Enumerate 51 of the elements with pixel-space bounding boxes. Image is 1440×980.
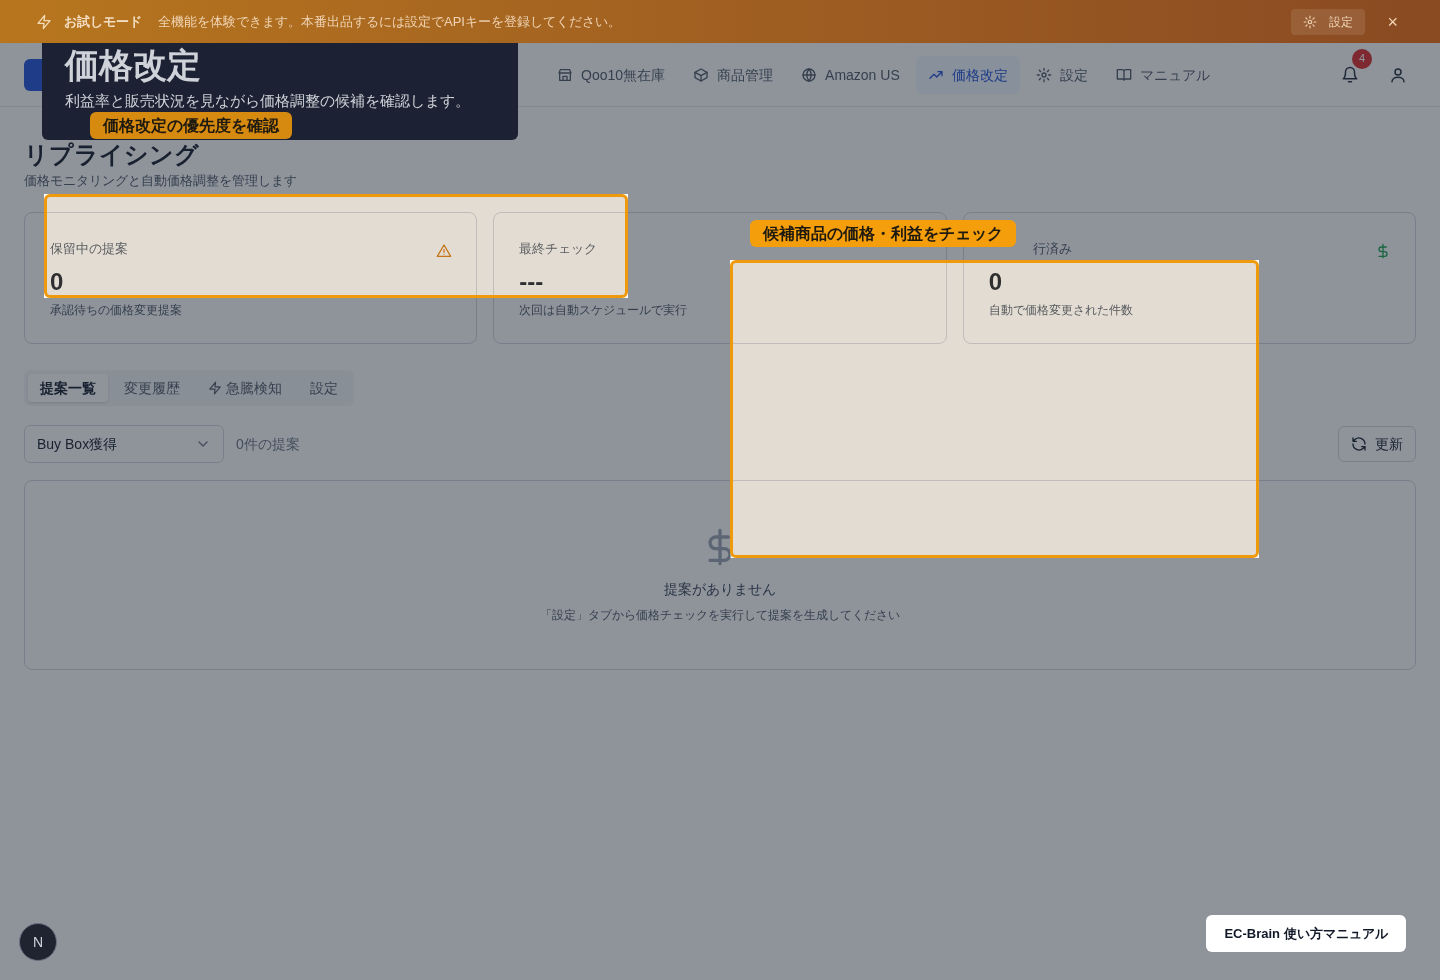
dollar-icon xyxy=(1375,242,1391,259)
stat-note: 次回は自動スケジュールで実行 xyxy=(519,302,688,318)
globe-icon xyxy=(801,66,818,83)
nav-item[interactable]: 価格改定 xyxy=(915,55,1020,94)
stat-title: 行済み xyxy=(1032,239,1072,258)
tab[interactable]: 提案一覧 xyxy=(28,373,108,402)
settings-icon xyxy=(1303,14,1318,29)
store-icon xyxy=(557,66,573,83)
tab[interactable]: 急騰検知 xyxy=(196,373,294,402)
page-title: リプライシング xyxy=(24,140,199,170)
close-button[interactable]: × xyxy=(1387,12,1398,31)
nav-item[interactable]: Qoo10無在庫 xyxy=(545,55,678,94)
refresh-icon xyxy=(1351,435,1367,452)
nav-item[interactable]: マニュアル xyxy=(1103,55,1222,94)
stat-value: --- xyxy=(519,267,544,297)
stat-value: 0 xyxy=(988,267,1002,297)
notifications-button[interactable]: 4 xyxy=(1328,48,1372,93)
banner-title: お試しモード xyxy=(64,12,142,31)
empty-title: 提案がありません xyxy=(664,579,776,599)
bell-icon xyxy=(1341,65,1359,84)
stat-title: 最終チェック xyxy=(519,239,598,258)
notification-badge: 4 xyxy=(1352,48,1372,69)
banner-message: 全機能を体験できます。本番出品するには設定でAPIキーを登録してください。 xyxy=(158,12,621,31)
highlight-label: 価格改定の優先度を確認 xyxy=(90,112,292,139)
tooltip-description: 利益率と販売状況を見ながら価格調整の候補を確認します。 xyxy=(65,91,470,111)
page-subtitle: 価格モニタリングと自動価格調整を管理します xyxy=(24,172,297,190)
tooltip-title: 価格改定 xyxy=(65,45,201,85)
stat-value: 0 xyxy=(50,267,64,297)
highlight-label: 候補商品の価格・利益をチェック xyxy=(750,220,1016,247)
box-icon xyxy=(693,66,710,83)
user-icon xyxy=(1389,65,1407,84)
stat-note: 自動で価格変更された件数 xyxy=(988,302,1133,318)
manual-button[interactable]: EC-Brain 使い方マニュアル xyxy=(1206,915,1406,952)
tab[interactable]: 設定 xyxy=(298,373,350,402)
sort-select[interactable]: Buy Box獲得 xyxy=(24,424,224,463)
lightning-icon xyxy=(208,380,222,395)
refresh-button[interactable]: 更新 xyxy=(1338,425,1416,462)
tab[interactable]: 変更履歴 xyxy=(112,373,192,402)
stat-note: 承認待ちの価格変更提案 xyxy=(50,302,182,318)
empty-message: 「設定」タブから価格チェックを実行して提案を生成してください xyxy=(540,606,900,623)
nav-item[interactable]: Amazon US xyxy=(789,55,912,94)
settings-button[interactable]: 設定 xyxy=(1291,8,1366,35)
nav-item[interactable]: 商品管理 xyxy=(681,55,786,94)
settings-icon xyxy=(1035,66,1052,83)
nav-item[interactable]: 設定 xyxy=(1023,55,1100,94)
lightning-icon xyxy=(36,13,52,30)
stat-title: 保留中の提案 xyxy=(50,239,128,258)
warning-icon xyxy=(436,242,453,259)
dev-indicator[interactable]: N xyxy=(19,923,57,961)
proposal-count: 0件の提案 xyxy=(236,434,300,454)
book-icon xyxy=(1115,66,1132,83)
